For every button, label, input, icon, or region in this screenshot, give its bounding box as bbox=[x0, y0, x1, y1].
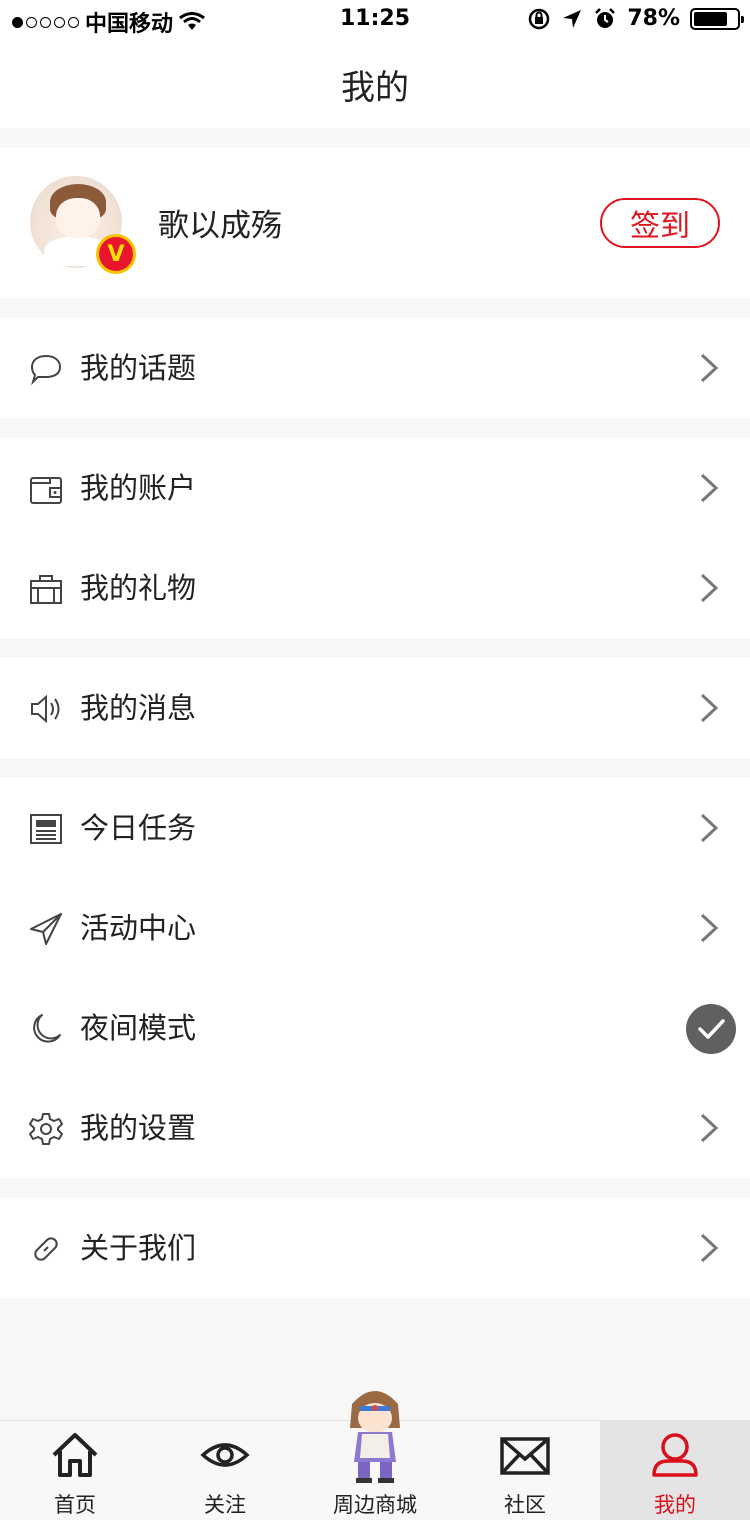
menu-item-label: 活动中心 bbox=[80, 911, 197, 945]
menu-item-label: 关于我们 bbox=[80, 1231, 197, 1265]
tab-follow[interactable]: 关注 bbox=[150, 1421, 300, 1520]
menu-item-settings[interactable]: 我的设置 bbox=[0, 1078, 750, 1178]
profile-card[interactable]: 歌以成殇 签到 bbox=[0, 148, 750, 298]
link-icon bbox=[34, 1237, 58, 1261]
tab-community[interactable]: 社区 bbox=[450, 1421, 600, 1520]
chevron-right-icon bbox=[700, 1113, 719, 1143]
menu-group-about: 关于我们 bbox=[0, 1198, 750, 1298]
envelope-icon bbox=[500, 1437, 550, 1475]
tab-mine[interactable]: 我的 bbox=[600, 1421, 750, 1520]
tab-label: 周边商城 bbox=[333, 1493, 417, 1517]
menu-item-about-us[interactable]: 关于我们 bbox=[0, 1198, 750, 1298]
menu-item-account[interactable]: 我的账户 bbox=[0, 438, 750, 538]
checkin-button[interactable]: 签到 bbox=[600, 198, 720, 248]
menu-item-label: 我的账户 bbox=[80, 471, 197, 505]
alarm-icon bbox=[595, 7, 616, 28]
menu-group-account: 我的账户 我的礼物 bbox=[0, 438, 750, 638]
page-title: 我的 bbox=[341, 67, 409, 108]
menu-item-label: 夜间模式 bbox=[80, 1011, 197, 1045]
menu-item-gifts[interactable]: 我的礼物 bbox=[0, 538, 750, 638]
night-mode-toggle[interactable] bbox=[686, 1004, 736, 1054]
battery-icon bbox=[690, 7, 744, 30]
vip-badge: V bbox=[96, 234, 136, 274]
eye-icon bbox=[200, 1443, 250, 1467]
moon-icon bbox=[33, 1014, 61, 1043]
status-right: 78% bbox=[527, 6, 744, 31]
chevron-right-icon bbox=[700, 693, 719, 723]
menu-item-label: 我的话题 bbox=[80, 351, 197, 385]
menu-group-topics: 我的话题 bbox=[0, 318, 750, 418]
tab-label: 社区 bbox=[504, 1493, 546, 1517]
mascot-icon[interactable] bbox=[338, 1384, 412, 1484]
tab-label: 关注 bbox=[204, 1493, 246, 1517]
gift-box-icon bbox=[30, 575, 62, 604]
gear-icon bbox=[29, 1113, 63, 1145]
tab-label: 我的 bbox=[654, 1493, 696, 1517]
username: 歌以成殇 bbox=[158, 208, 282, 244]
menu-group-messages: 我的消息 bbox=[0, 658, 750, 758]
menu-item-daily-tasks[interactable]: 今日任务 bbox=[0, 778, 750, 878]
tab-label: 首页 bbox=[54, 1493, 96, 1517]
chevron-right-icon bbox=[700, 573, 719, 603]
chevron-right-icon bbox=[700, 913, 719, 943]
menu-item-label: 今日任务 bbox=[80, 811, 197, 845]
speech-bubble-icon bbox=[30, 354, 62, 386]
tab-home[interactable]: 首页 bbox=[0, 1421, 150, 1520]
paper-plane-icon bbox=[30, 913, 62, 945]
chevron-right-icon bbox=[700, 813, 719, 843]
navigation-bar: 我的 bbox=[0, 40, 750, 128]
battery-percent: 78% bbox=[627, 6, 680, 31]
menu-item-label: 我的设置 bbox=[80, 1111, 197, 1145]
menu-item-activity-center[interactable]: 活动中心 bbox=[0, 878, 750, 978]
wallet-icon bbox=[30, 477, 62, 504]
menu-item-topics[interactable]: 我的话题 bbox=[0, 318, 750, 418]
rotation-lock-icon bbox=[529, 8, 550, 29]
status-bar: 中国移动 11:25 78% bbox=[0, 0, 750, 40]
chevron-right-icon bbox=[700, 1233, 719, 1263]
user-icon bbox=[652, 1433, 698, 1477]
menu-group-tasks: 今日任务 活动中心 夜间模式 我的设置 bbox=[0, 778, 750, 1178]
home-icon bbox=[52, 1433, 98, 1477]
checkmark-icon bbox=[698, 1019, 725, 1039]
menu-item-label: 我的礼物 bbox=[80, 571, 197, 605]
menu-item-messages[interactable]: 我的消息 bbox=[0, 658, 750, 758]
menu-item-night-mode[interactable]: 夜间模式 bbox=[0, 978, 750, 1078]
chevron-right-icon bbox=[700, 473, 719, 503]
location-arrow-icon bbox=[563, 9, 582, 28]
speaker-icon bbox=[31, 694, 60, 724]
chevron-right-icon bbox=[700, 353, 719, 383]
newspaper-icon bbox=[30, 814, 62, 844]
menu-item-label: 我的消息 bbox=[80, 691, 197, 725]
